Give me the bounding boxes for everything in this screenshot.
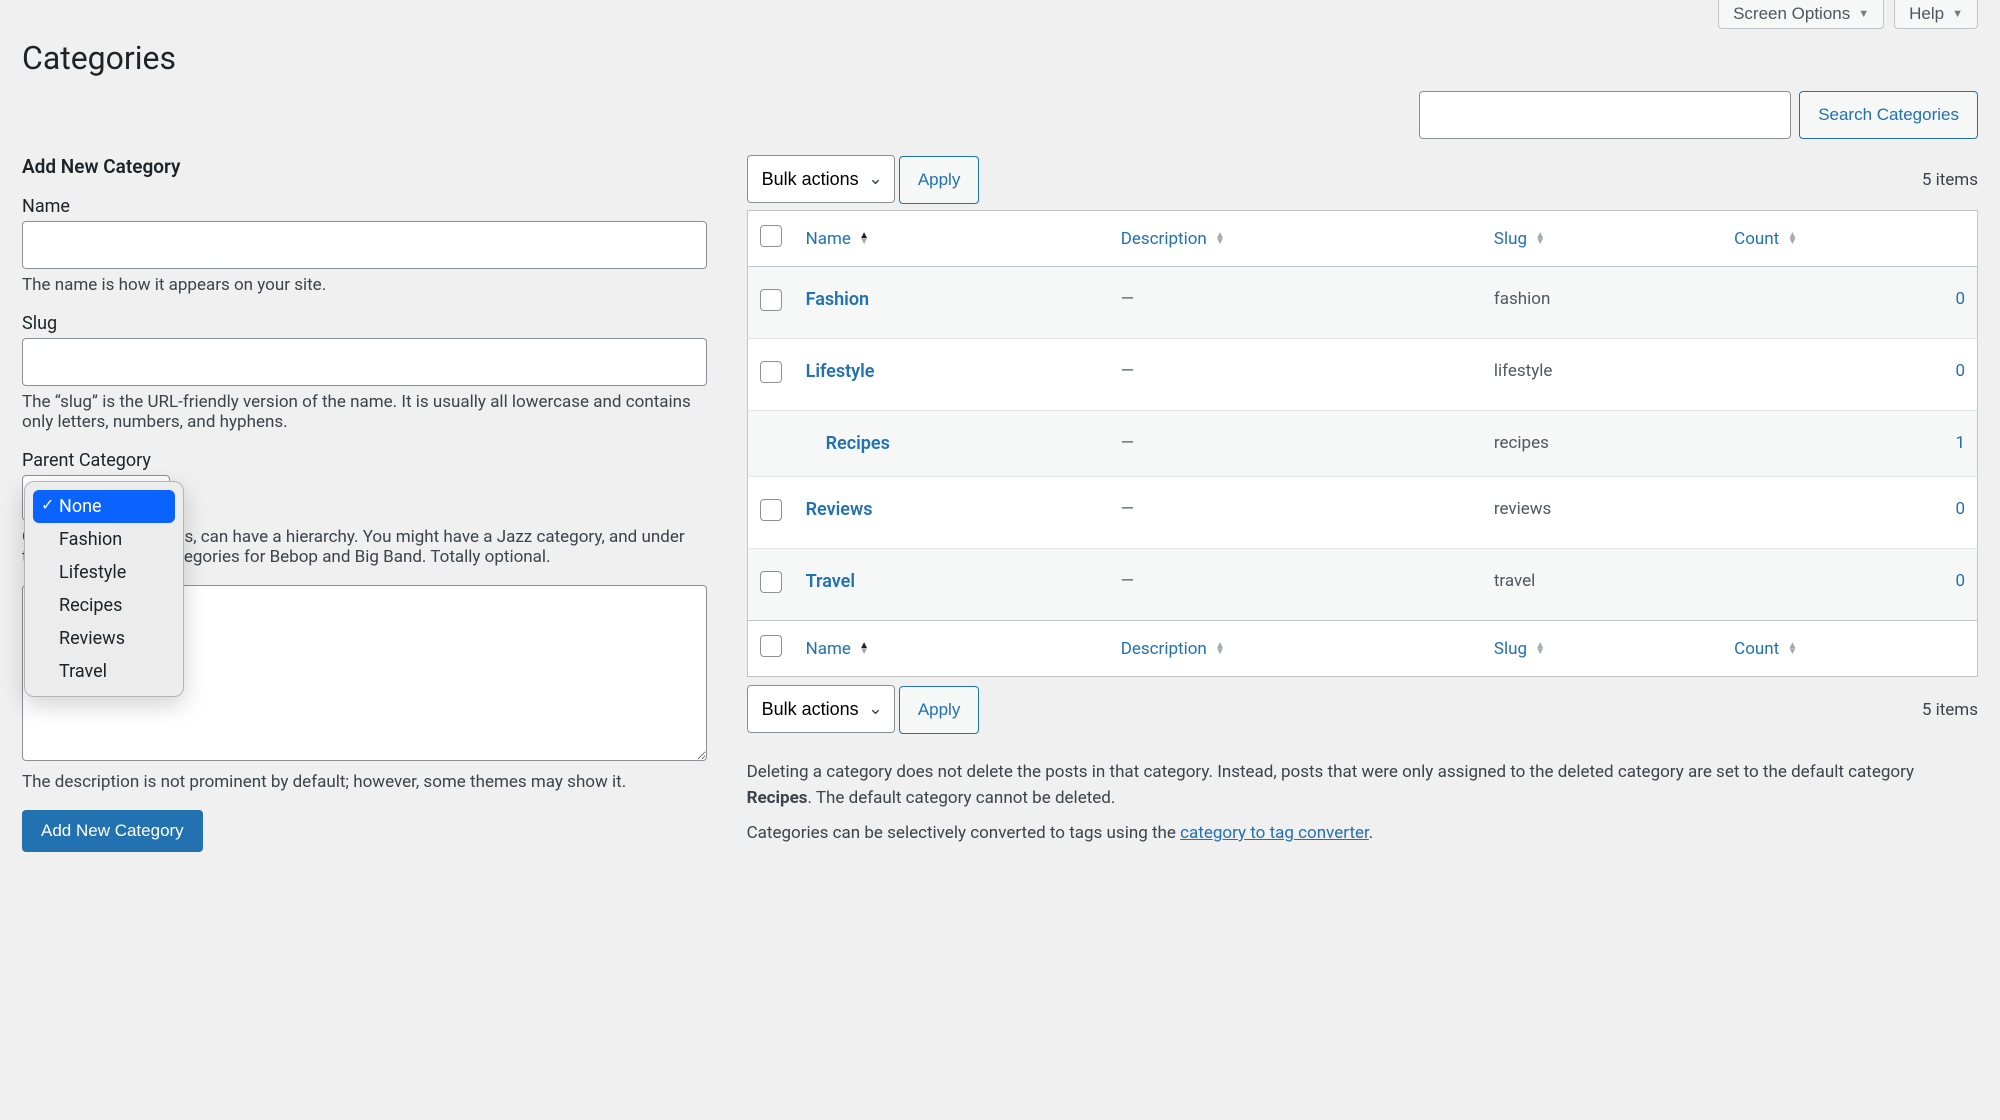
add-new-heading: Add New Category — [22, 155, 707, 178]
category-slug: lifestyle — [1494, 361, 1553, 381]
row-checkbox[interactable] — [760, 289, 782, 311]
sort-icon: ▲▼ — [1535, 643, 1545, 655]
table-row: Travel — travel 0 — [747, 549, 1977, 621]
table-row: Recipes — recipes 1 — [747, 411, 1977, 477]
slug-input[interactable] — [22, 338, 707, 386]
apply-button-top[interactable]: Apply — [899, 156, 980, 204]
row-checkbox[interactable] — [760, 571, 782, 593]
sort-icon: ▲▼ — [1787, 233, 1797, 245]
category-name-link[interactable]: Fashion — [806, 289, 869, 310]
category-name-link[interactable]: Reviews — [806, 499, 873, 520]
description-help: The description is not prominent by defa… — [22, 772, 707, 792]
items-count-bottom: 5 items — [1922, 700, 1978, 720]
category-count-link[interactable]: 0 — [1955, 361, 1965, 381]
category-count-link[interactable]: 0 — [1955, 289, 1965, 309]
column-name-footer[interactable]: Name ▲▼ — [794, 621, 1109, 677]
add-new-category-button[interactable]: Add New Category — [22, 810, 203, 852]
sort-icon: ▲▼ — [859, 233, 869, 245]
search-categories-button[interactable]: Search Categories — [1799, 91, 1978, 139]
table-row: Reviews — reviews 0 — [747, 477, 1977, 549]
column-count-header[interactable]: Count ▲▼ — [1722, 211, 1977, 267]
category-description: — — [1121, 289, 1134, 309]
sort-icon: ▲▼ — [859, 643, 869, 655]
apply-button-bottom[interactable]: Apply — [899, 686, 980, 734]
table-row: Lifestyle — lifestyle 0 — [747, 339, 1977, 411]
category-description: — — [1121, 433, 1134, 453]
help-button[interactable]: Help ▼ — [1894, 0, 1978, 29]
parent-option-none[interactable]: None — [33, 490, 175, 523]
category-slug: fashion — [1494, 289, 1551, 309]
slug-label: Slug — [22, 313, 707, 334]
parent-option-recipes[interactable]: Recipes — [33, 589, 175, 622]
caret-down-icon: ▼ — [1858, 8, 1869, 20]
category-name-link[interactable]: Travel — [806, 571, 855, 592]
page-title: Categories — [22, 29, 1978, 91]
column-slug-header[interactable]: Slug ▲▼ — [1482, 211, 1722, 267]
category-to-tag-converter-link[interactable]: category to tag converter — [1180, 823, 1369, 843]
slug-help: The “slug” is the URL-friendly version o… — [22, 392, 707, 432]
column-description-footer[interactable]: Description ▲▼ — [1109, 621, 1482, 677]
sort-icon: ▲▼ — [1787, 643, 1797, 655]
sort-icon: ▲▼ — [1215, 233, 1225, 245]
parent-option-travel[interactable]: Travel — [33, 655, 175, 688]
category-slug: recipes — [1494, 433, 1549, 453]
parent-option-reviews[interactable]: Reviews — [33, 622, 175, 655]
category-slug: travel — [1494, 571, 1535, 591]
category-slug: reviews — [1494, 499, 1551, 519]
table-row: Fashion — fashion 0 — [747, 267, 1977, 339]
select-all-checkbox-top[interactable] — [760, 225, 782, 247]
categories-table: Name ▲▼ Description ▲▼ Slug ▲▼ Count ▲▼ — [747, 210, 1978, 677]
category-name-link[interactable]: Recipes — [806, 433, 890, 454]
column-count-footer[interactable]: Count ▲▼ — [1722, 621, 1977, 677]
parent-category-dropdown[interactable]: None Fashion Lifestyle Recipes Reviews T… — [24, 481, 184, 697]
bulk-actions-select-top[interactable]: Bulk actions — [747, 155, 895, 203]
category-description: — — [1121, 571, 1134, 591]
category-description: — — [1121, 499, 1134, 519]
items-count-top: 5 items — [1922, 170, 1978, 190]
category-count-link[interactable]: 0 — [1955, 499, 1965, 519]
caret-down-icon: ▼ — [1952, 8, 1963, 20]
parent-option-fashion[interactable]: Fashion — [33, 523, 175, 556]
parent-option-lifestyle[interactable]: Lifestyle — [33, 556, 175, 589]
sort-icon: ▲▼ — [1215, 643, 1225, 655]
screen-options-button[interactable]: Screen Options ▼ — [1718, 0, 1884, 29]
category-count-link[interactable]: 1 — [1955, 433, 1965, 453]
sort-icon: ▲▼ — [1535, 233, 1545, 245]
row-checkbox[interactable] — [760, 361, 782, 383]
category-description: — — [1121, 361, 1134, 381]
help-label: Help — [1909, 4, 1944, 24]
screen-options-label: Screen Options — [1733, 4, 1850, 24]
bulk-actions-select-bottom[interactable]: Bulk actions — [747, 685, 895, 733]
category-count-link[interactable]: 0 — [1955, 571, 1965, 591]
footer-notes: Deleting a category does not delete the … — [747, 760, 1978, 847]
name-label: Name — [22, 196, 707, 217]
select-all-checkbox-bottom[interactable] — [760, 635, 782, 657]
name-input[interactable] — [22, 221, 707, 269]
column-description-header[interactable]: Description ▲▼ — [1109, 211, 1482, 267]
category-name-link[interactable]: Lifestyle — [806, 361, 875, 382]
name-help: The name is how it appears on your site. — [22, 275, 707, 295]
parent-category-label: Parent Category — [22, 450, 707, 471]
column-slug-footer[interactable]: Slug ▲▼ — [1482, 621, 1722, 677]
column-name-header[interactable]: Name ▲▼ — [794, 211, 1109, 267]
row-checkbox[interactable] — [760, 499, 782, 521]
search-input[interactable] — [1419, 91, 1791, 139]
